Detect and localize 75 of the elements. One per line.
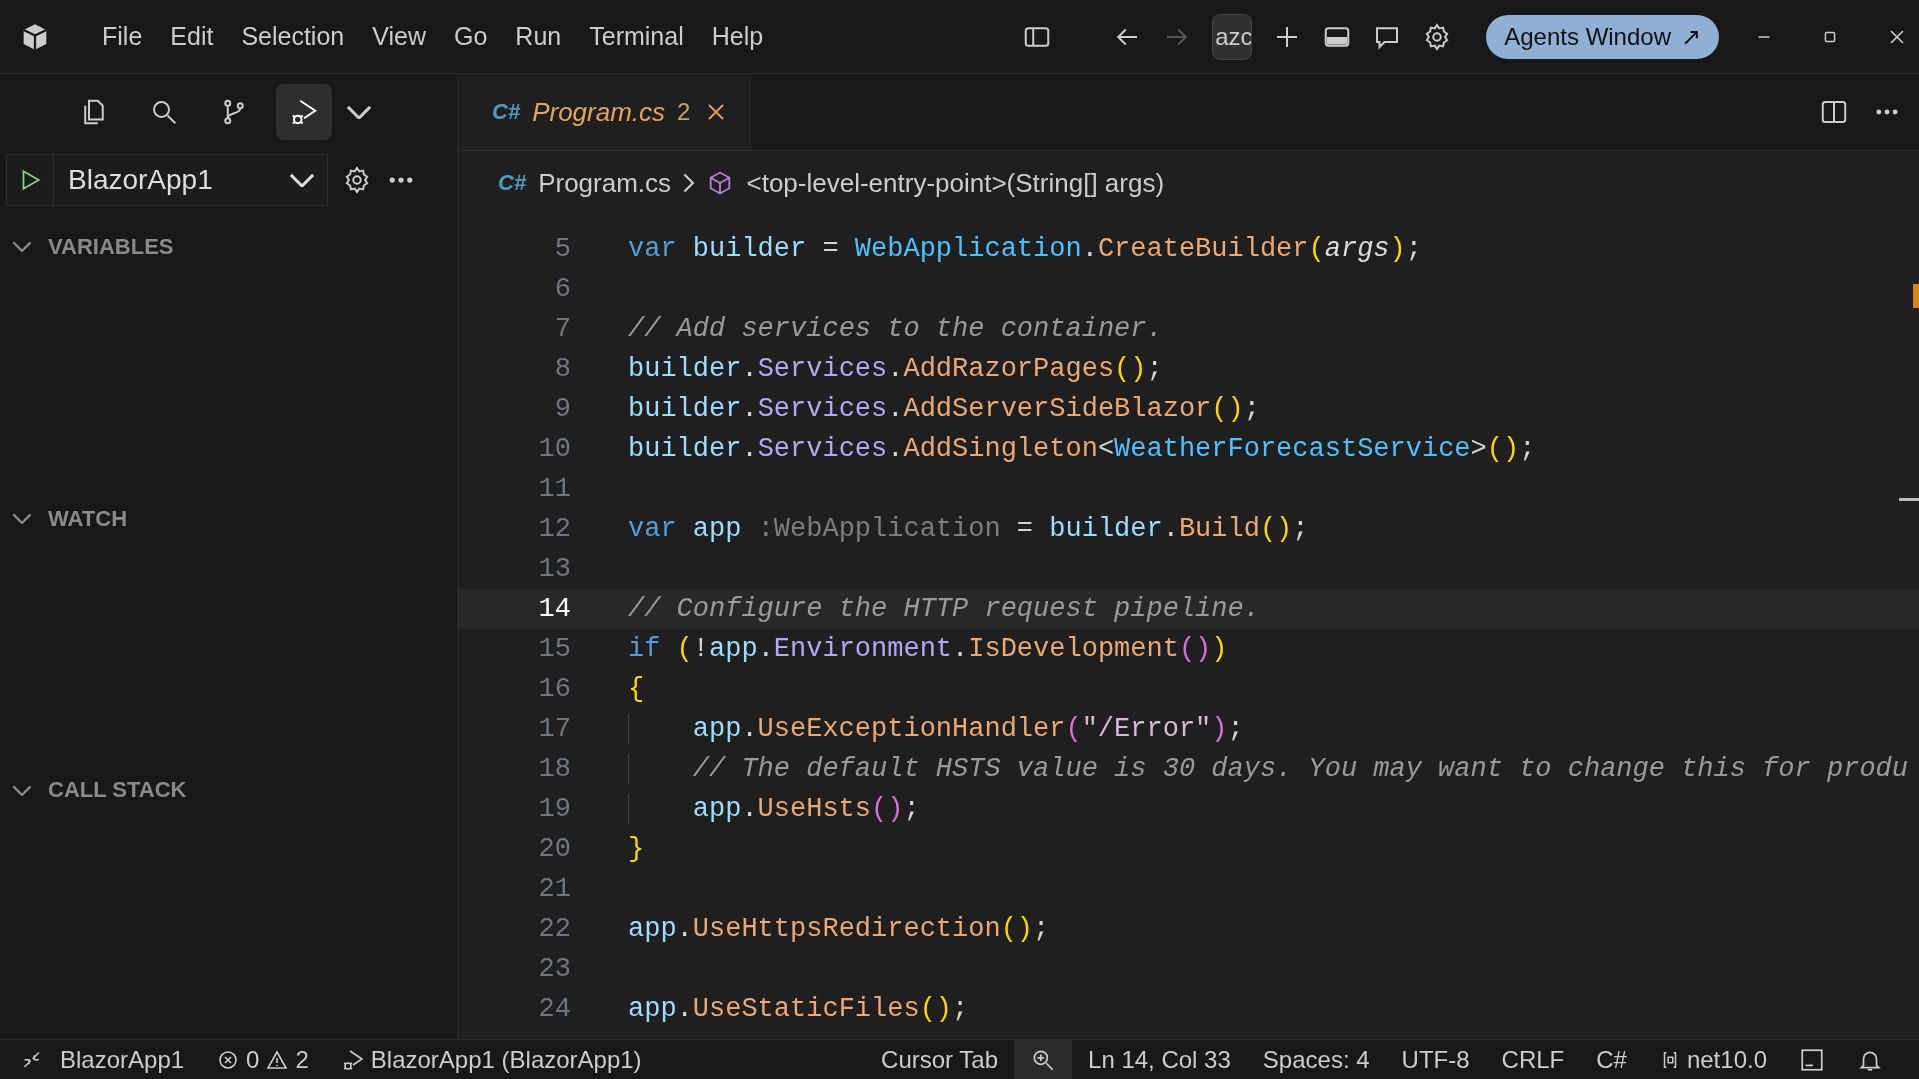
line-number: 16: [537, 674, 572, 704]
line-number: 7: [553, 314, 572, 344]
line-number: 11: [537, 474, 572, 504]
breadcrumb-item[interactable]: Program.cs: [538, 167, 672, 199]
code-line: if (!app.Environment.IsDevelopment()): [628, 634, 1228, 664]
code-line: }: [628, 834, 645, 864]
chevron-icon: [12, 784, 32, 797]
line-number: 24: [537, 994, 572, 1024]
line-number: 14: [537, 594, 572, 624]
code-line: app.UseHttpsRedirection();: [628, 914, 1050, 944]
line-number: 6: [553, 274, 572, 304]
menu-item[interactable]: Run: [501, 16, 576, 57]
line-number: 17: [537, 714, 572, 744]
code-line: app.UseStaticFiles();: [628, 994, 969, 1024]
line-number: 10: [537, 434, 572, 464]
code-line: app.UseHsts();: [628, 794, 920, 824]
encoding-status[interactable]: UTF-8: [1385, 1040, 1486, 1079]
line-number: 8: [553, 354, 572, 384]
editor-tab[interactable]: C# Program.cs 2: [458, 74, 752, 150]
menu-item[interactable]: Help: [697, 16, 778, 57]
chevron-down-icon: [289, 172, 315, 188]
line-number: 21: [537, 874, 572, 904]
line-number: 23: [537, 954, 572, 984]
line-ending-status[interactable]: CRLF: [1485, 1040, 1581, 1079]
cursor-tab-status[interactable]: Cursor Tab: [865, 1040, 1015, 1079]
cursor-position-status[interactable]: Ln 14, Col 33: [1072, 1040, 1247, 1079]
line-number: 15: [537, 634, 572, 664]
code-line: builder.Services.AddServerSideBlazor();: [628, 394, 1260, 424]
section-header[interactable]: WATCH: [0, 495, 457, 542]
launch-config-dropdown[interactable]: BlazorApp1: [6, 154, 328, 206]
code-line: app.UseExceptionHandler("/Error");: [628, 714, 1244, 744]
debug-target-status[interactable]: BlazorApp1 (BlazorApp1): [324, 1040, 658, 1079]
language-status[interactable]: C#: [1580, 1040, 1643, 1079]
framework-status[interactable]: net10.0: [1642, 1040, 1783, 1079]
agents-window-button[interactable]: Agents Window ↗: [1486, 14, 1719, 59]
menu-item[interactable]: Terminal: [575, 16, 698, 57]
code-line: builder.Services.AddSingleton<WeatherForecastService>();: [628, 434, 1536, 464]
menu-item[interactable]: Selection: [227, 16, 359, 57]
line-number: 9: [553, 394, 572, 424]
code-line: {: [628, 674, 645, 704]
menu-item[interactable]: Edit: [156, 16, 228, 57]
line-number: 5: [553, 234, 572, 264]
chevron-icon: [12, 512, 32, 525]
line-number: 13: [537, 554, 572, 584]
project-status[interactable]: BlazorApp1: [44, 1040, 201, 1079]
section-header[interactable]: VARIABLES: [0, 224, 457, 270]
code-line: builder.Services.AddRazorPages();: [628, 354, 1163, 384]
line-number: 22: [537, 914, 572, 944]
section-header[interactable]: CALL STACK: [0, 767, 457, 814]
chevron-right-icon: [683, 173, 695, 193]
code-line: var builder = WebApplication.CreateBuilder(args);: [628, 234, 1422, 264]
code-line: // The default HSTS value is 30 days. You may want to change this for produ: [628, 754, 1908, 784]
run-debug-icon: [289, 97, 319, 127]
line-number: 18: [537, 754, 572, 784]
overview-ruler-mark: [1913, 284, 1919, 308]
line-number: 12: [537, 514, 572, 544]
line-number: 20: [537, 834, 572, 864]
dropdown-chevron-icon[interactable]: [346, 104, 372, 120]
line-number: 19: [537, 794, 572, 824]
chevron-icon: [12, 241, 32, 253]
code-line: // Add services to the container.: [628, 314, 1163, 344]
breadcrumb-item[interactable]: <top-level-entry-point>(String[] args): [746, 167, 1165, 199]
run-debug-tab[interactable]: [276, 84, 332, 140]
menu-item[interactable]: File: [88, 16, 157, 57]
problem-count: 2: [677, 98, 691, 126]
code-line: var app :WebApplication = builder.Build();: [628, 514, 1309, 544]
code-line: // Configure the HTTP request pipeline.: [628, 594, 1260, 624]
problems-status[interactable]: 0 2: [200, 1040, 325, 1079]
menu-item[interactable]: Go: [440, 16, 502, 57]
indentation-status[interactable]: Spaces: 4: [1246, 1040, 1386, 1079]
csharp-file-icon: C#: [498, 170, 527, 196]
csharp-file-icon: C#: [492, 99, 521, 125]
search-field[interactable]: azc: [1212, 13, 1253, 60]
menu-item[interactable]: View: [358, 16, 440, 57]
overview-ruler-mark: [1899, 498, 1919, 501]
